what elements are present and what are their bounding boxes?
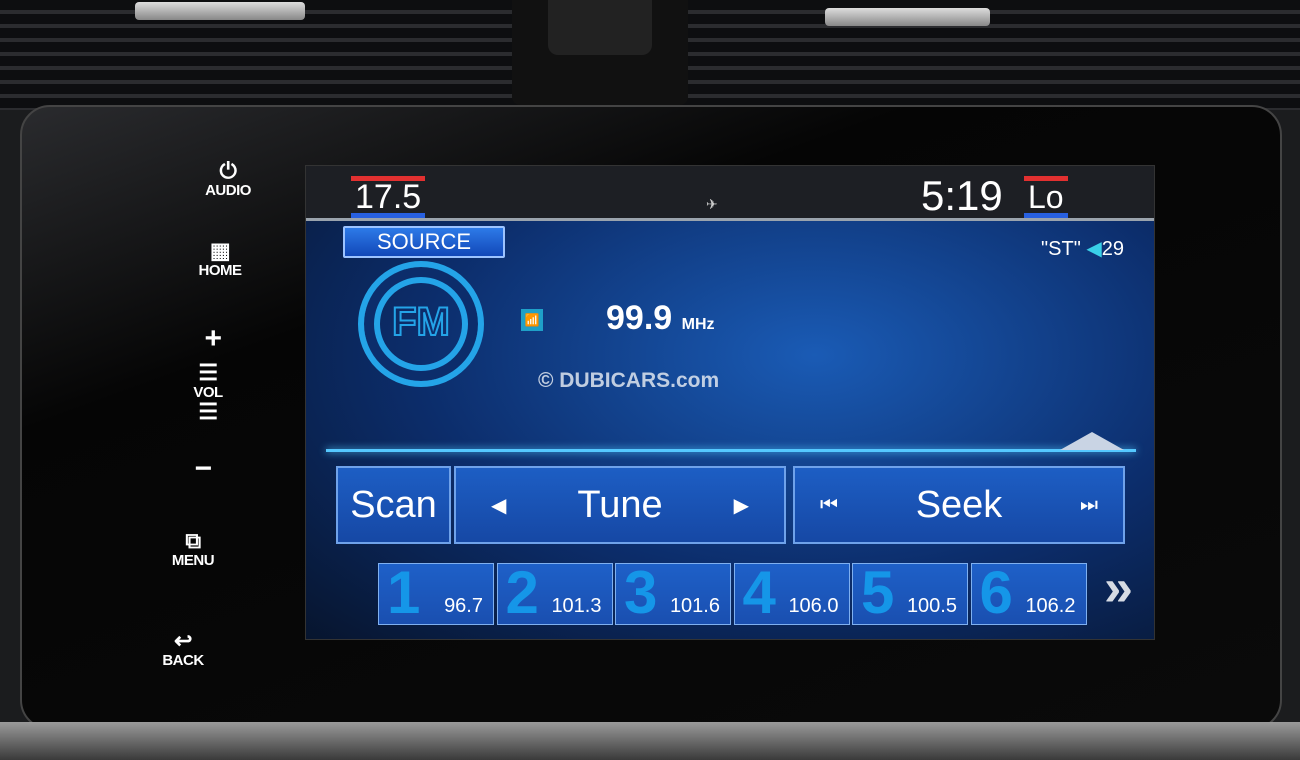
scan-label: Scan xyxy=(350,483,437,526)
driver-temp: 17.5 xyxy=(351,176,426,218)
clock: 5:19 xyxy=(921,172,1003,219)
speaker-icon: ◀ xyxy=(1086,238,1102,260)
back-button[interactable]: ↩ BACK xyxy=(138,628,228,670)
source-button[interactable]: SOURCE xyxy=(343,226,505,258)
volume-slider[interactable]: ☰ VOL ☰ xyxy=(163,362,253,423)
preset-number: 3 xyxy=(624,559,658,626)
preset-frequency: 106.2 xyxy=(1025,595,1076,617)
volume-bars-icon: ☰ xyxy=(198,360,218,385)
tune-label: Tune xyxy=(577,483,663,526)
seek-control[interactable]: ⏮ Seek ⏭ xyxy=(793,466,1125,544)
preset-button-2[interactable]: 2 101.3 xyxy=(496,559,613,626)
home-label: HOME xyxy=(198,262,243,279)
tune-down-icon[interactable]: ◀ xyxy=(491,493,506,518)
preset-number: 5 xyxy=(861,559,895,626)
seek-back-icon[interactable]: ⏮ xyxy=(820,494,838,517)
menu-button[interactable]: ⧉ MENU xyxy=(148,528,238,570)
passenger-temp: Lo xyxy=(1024,176,1068,218)
stereo-volume-indicator: "ST" ◀29 xyxy=(1041,236,1124,261)
preset-button-3[interactable]: 3 101.6 xyxy=(615,559,731,626)
watermark: © DUBICARS.com xyxy=(538,369,720,392)
expand-up-icon[interactable] xyxy=(1060,432,1124,450)
volume-up-button[interactable]: + xyxy=(168,322,258,356)
preset-frequency: 106.0 xyxy=(788,595,839,617)
satellite-icon: ✈ xyxy=(706,196,718,212)
preset-frequency: 100.5 xyxy=(906,595,957,617)
grid-icon: ▦ xyxy=(209,238,231,263)
divider xyxy=(326,449,1136,452)
seek-label: Seek xyxy=(915,483,1003,526)
preset-number: 1 xyxy=(387,559,421,626)
power-icon: ⏻ xyxy=(219,158,237,183)
dash-trim xyxy=(0,722,1300,760)
vent-slider xyxy=(135,2,305,20)
radio-screen: 17.5 ✈ 5:19 Lo SOURCE "ST" ◀29 FM 📶 99.9… xyxy=(305,165,1155,640)
frequency-display: 99.9 MHz xyxy=(606,299,715,338)
frequency: 99.9 xyxy=(606,299,673,337)
fm-logo: FM xyxy=(358,261,484,387)
preset-button-6[interactable]: 6 106.2 xyxy=(970,559,1087,626)
status-bar: 17.5 ✈ 5:19 Lo xyxy=(306,166,1154,221)
band-label: FM xyxy=(391,299,451,345)
preset-frequency: 101.6 xyxy=(669,595,720,617)
volume-level: 29 xyxy=(1101,238,1124,260)
preset-number: 2 xyxy=(505,559,539,626)
stereo-label: "ST" xyxy=(1041,238,1081,260)
preset-frequency: 96.7 xyxy=(444,595,483,617)
preset-button-5[interactable]: 5 100.5 xyxy=(852,559,968,626)
volume-bars-icon: ☰ xyxy=(198,399,218,424)
menu-icon: ⧉ xyxy=(185,528,201,553)
preset-frequency: 101.3 xyxy=(551,595,602,617)
back-label: BACK xyxy=(162,652,204,669)
scan-button[interactable]: Scan xyxy=(336,466,451,544)
preset-number: 6 xyxy=(979,559,1013,626)
tune-control[interactable]: ◀ Tune ▶ xyxy=(454,466,786,544)
back-arrow-icon: ↩ xyxy=(174,628,192,653)
preset-number: 4 xyxy=(742,559,776,626)
audio-button[interactable]: ⏻ AUDIO xyxy=(183,158,273,200)
preset-button-1[interactable]: 1 96.7 xyxy=(378,559,494,626)
antenna-icon: 📶 xyxy=(521,309,543,331)
volume-down-button[interactable]: − xyxy=(158,452,248,486)
home-button[interactable]: ▦ HOME xyxy=(175,238,265,280)
preset-button-4[interactable]: 4 106.0 xyxy=(733,559,850,626)
audio-label: AUDIO xyxy=(205,182,251,199)
tune-up-icon[interactable]: ▶ xyxy=(734,493,749,518)
next-presets-chevron-icon[interactable]: » xyxy=(1104,558,1133,618)
frequency-unit: MHz xyxy=(681,316,715,333)
seek-forward-icon[interactable]: ⏭ xyxy=(1080,494,1098,517)
menu-label: MENU xyxy=(171,552,215,569)
vent-slider xyxy=(825,8,990,26)
hazard-housing xyxy=(512,0,688,105)
